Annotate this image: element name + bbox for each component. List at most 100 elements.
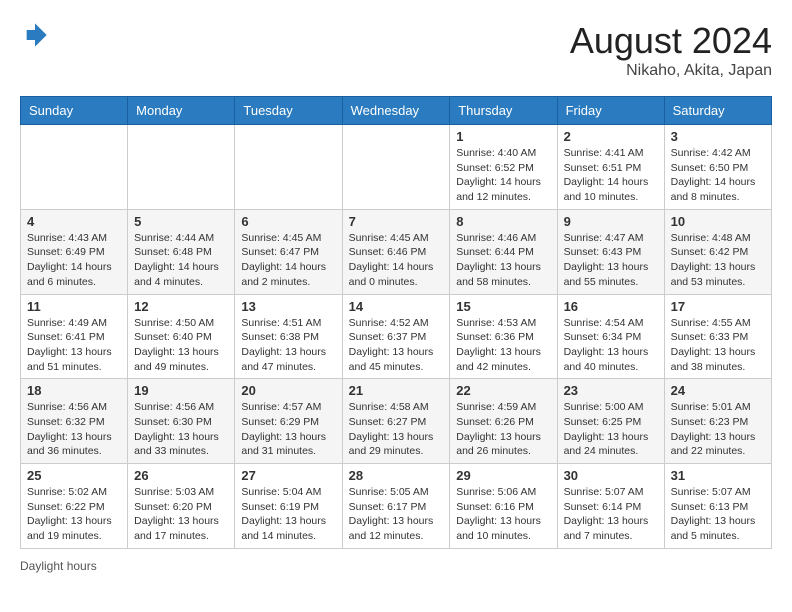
day-number: 30 [564,468,658,483]
day-number: 8 [456,214,550,229]
calendar-cell: 5 Sunrise: 4:44 AMSunset: 6:48 PMDaylight… [128,209,235,294]
calendar-cell: 11Sunrise: 4:49 AMSunset: 6:41 PMDayligh… [21,294,128,379]
calendar-cell [21,125,128,210]
calendar-cell: 21 Sunrise: 4:58 AMSunset: 6:27 PMDayligh… [342,379,450,464]
calendar-cell: 12 Sunrise: 4:50 AMSunset: 6:40 PMDayligh… [128,294,235,379]
day-number: 17 [671,299,765,314]
calendar-cell: 13Sunrise: 4:51 AMSunset: 6:38 PMDayligh… [235,294,342,379]
day-info: Sunrise: 5:05 AMSunset: 6:17 PMDaylight:… [349,485,444,544]
day-number: 2 [564,129,658,144]
day-number: 19 [134,383,228,398]
footer: Daylight hours [20,559,772,573]
calendar-cell: 27Sunrise: 5:04 AMSunset: 6:19 PMDayligh… [235,464,342,549]
calendar-cell: 23 Sunrise: 5:00 AMSunset: 6:25 PMDayligh… [557,379,664,464]
weekday-header-friday: Friday [557,97,664,125]
day-info: Sunrise: 4:45 AMSunset: 6:46 PMDaylight:… [349,231,444,290]
day-number: 20 [241,383,335,398]
month-year-title: August 2024 [570,20,772,62]
logo-icon [20,20,50,50]
calendar-cell: 18 Sunrise: 4:56 AMSunset: 6:32 PMDayligh… [21,379,128,464]
day-info: Sunrise: 4:56 AMSunset: 6:30 PMDaylight:… [134,400,228,459]
calendar-cell: 4 Sunrise: 4:43 AMSunset: 6:49 PMDaylight… [21,209,128,294]
weekday-header-thursday: Thursday [450,97,557,125]
calendar-cell: 10 Sunrise: 4:48 AMSunset: 6:42 PMDayligh… [664,209,771,294]
day-info: Sunrise: 5:01 AMSunset: 6:23 PMDaylight:… [671,400,765,459]
day-number: 18 [27,383,121,398]
day-info: Sunrise: 5:04 AMSunset: 6:19 PMDaylight:… [241,485,335,544]
day-number: 28 [349,468,444,483]
week-row-3: 11Sunrise: 4:49 AMSunset: 6:41 PMDayligh… [21,294,772,379]
calendar-cell: 20Sunrise: 4:57 AMSunset: 6:29 PMDayligh… [235,379,342,464]
day-number: 29 [456,468,550,483]
day-number: 26 [134,468,228,483]
day-number: 14 [349,299,444,314]
day-number: 21 [349,383,444,398]
day-info: Sunrise: 4:56 AMSunset: 6:32 PMDaylight:… [27,400,121,459]
day-info: Sunrise: 4:45 AMSunset: 6:47 PMDaylight:… [241,231,335,290]
day-info: Sunrise: 4:42 AMSunset: 6:50 PMDaylight:… [671,146,765,205]
day-info: Sunrise: 4:55 AMSunset: 6:33 PMDaylight:… [671,316,765,375]
day-info: Sunrise: 4:52 AMSunset: 6:37 PMDaylight:… [349,316,444,375]
day-number: 5 [134,214,228,229]
calendar-cell: 25 Sunrise: 5:02 AMSunset: 6:22 PMDayligh… [21,464,128,549]
calendar-cell: 15Sunrise: 4:53 AMSunset: 6:36 PMDayligh… [450,294,557,379]
weekday-header-tuesday: Tuesday [235,97,342,125]
day-info: Sunrise: 5:07 AMSunset: 6:14 PMDaylight:… [564,485,658,544]
week-row-1: 1Sunrise: 4:40 AMSunset: 6:52 PMDaylight… [21,125,772,210]
logo [20,20,50,50]
calendar-cell: 9 Sunrise: 4:47 AMSunset: 6:43 PMDaylight… [557,209,664,294]
calendar-cell: 30 Sunrise: 5:07 AMSunset: 6:14 PMDayligh… [557,464,664,549]
day-info: Sunrise: 5:00 AMSunset: 6:25 PMDaylight:… [564,400,658,459]
day-info: Sunrise: 4:46 AMSunset: 6:44 PMDaylight:… [456,231,550,290]
day-info: Sunrise: 5:07 AMSunset: 6:13 PMDaylight:… [671,485,765,544]
calendar-cell: 29 Sunrise: 5:06 AMSunset: 6:16 PMDayligh… [450,464,557,549]
day-info: Sunrise: 4:44 AMSunset: 6:48 PMDaylight:… [134,231,228,290]
calendar-cell: 26Sunrise: 5:03 AMSunset: 6:20 PMDayligh… [128,464,235,549]
location-subtitle: Nikaho, Akita, Japan [570,62,772,80]
title-block: August 2024 Nikaho, Akita, Japan [570,20,772,80]
calendar-cell [342,125,450,210]
calendar-table: SundayMondayTuesdayWednesdayThursdayFrid… [20,96,772,549]
day-number: 16 [564,299,658,314]
day-info: Sunrise: 5:06 AMSunset: 6:16 PMDaylight:… [456,485,550,544]
day-number: 13 [241,299,335,314]
day-info: Sunrise: 4:58 AMSunset: 6:27 PMDaylight:… [349,400,444,459]
calendar-cell: 2 Sunrise: 4:41 AMSunset: 6:51 PMDaylight… [557,125,664,210]
day-number: 25 [27,468,121,483]
day-number: 11 [27,299,121,314]
day-number: 7 [349,214,444,229]
day-number: 3 [671,129,765,144]
day-number: 22 [456,383,550,398]
day-info: Sunrise: 4:50 AMSunset: 6:40 PMDaylight:… [134,316,228,375]
day-info: Sunrise: 5:02 AMSunset: 6:22 PMDaylight:… [27,485,121,544]
day-number: 1 [456,129,550,144]
day-info: Sunrise: 4:41 AMSunset: 6:51 PMDaylight:… [564,146,658,205]
calendar-cell: 17 Sunrise: 4:55 AMSunset: 6:33 PMDayligh… [664,294,771,379]
calendar-cell [235,125,342,210]
calendar-cell: 19 Sunrise: 4:56 AMSunset: 6:30 PMDayligh… [128,379,235,464]
day-info: Sunrise: 4:48 AMSunset: 6:42 PMDaylight:… [671,231,765,290]
day-number: 15 [456,299,550,314]
week-row-2: 4 Sunrise: 4:43 AMSunset: 6:49 PMDaylight… [21,209,772,294]
page-header: August 2024 Nikaho, Akita, Japan [20,20,772,80]
day-number: 4 [27,214,121,229]
weekday-header-wednesday: Wednesday [342,97,450,125]
day-number: 31 [671,468,765,483]
daylight-hours-label: Daylight hours [20,559,97,573]
day-info: Sunrise: 4:47 AMSunset: 6:43 PMDaylight:… [564,231,658,290]
day-info: Sunrise: 4:59 AMSunset: 6:26 PMDaylight:… [456,400,550,459]
calendar-cell [128,125,235,210]
day-number: 23 [564,383,658,398]
calendar-cell: 14 Sunrise: 4:52 AMSunset: 6:37 PMDayligh… [342,294,450,379]
weekday-header-saturday: Saturday [664,97,771,125]
day-number: 9 [564,214,658,229]
day-number: 6 [241,214,335,229]
calendar-cell: 31 Sunrise: 5:07 AMSunset: 6:13 PMDayligh… [664,464,771,549]
day-number: 12 [134,299,228,314]
day-number: 10 [671,214,765,229]
calendar-cell: 24Sunrise: 5:01 AMSunset: 6:23 PMDayligh… [664,379,771,464]
day-info: Sunrise: 4:43 AMSunset: 6:49 PMDaylight:… [27,231,121,290]
weekday-header-row: SundayMondayTuesdayWednesdayThursdayFrid… [21,97,772,125]
calendar-cell: 1Sunrise: 4:40 AMSunset: 6:52 PMDaylight… [450,125,557,210]
calendar-cell: 6 Sunrise: 4:45 AMSunset: 6:47 PMDaylight… [235,209,342,294]
